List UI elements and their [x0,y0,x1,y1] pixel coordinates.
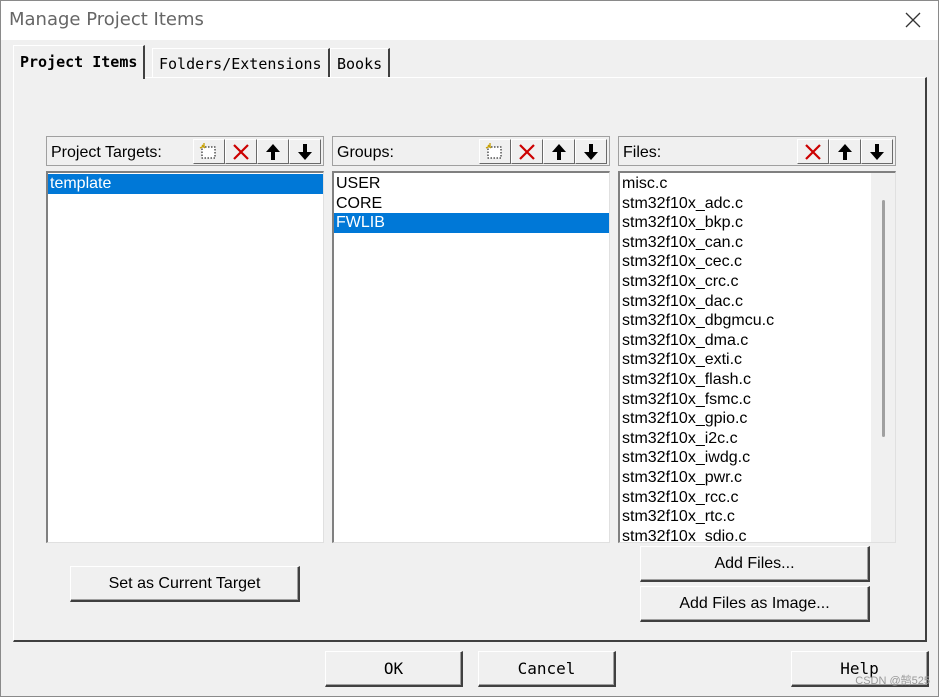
close-button[interactable] [900,7,926,33]
tab-books[interactable]: Books [330,48,391,78]
tab-project-items[interactable]: Project Items [13,45,146,79]
delete-file-button[interactable] [797,139,829,164]
new-target-button[interactable] [193,139,225,164]
close-icon [905,12,921,28]
add-files-button[interactable]: Add Files... [640,546,870,582]
file-item[interactable]: stm32f10x_sdio.c [620,527,871,542]
move-down-icon [870,143,884,160]
move-down-icon [298,143,312,160]
cancel-button[interactable]: Cancel [478,651,616,687]
move-up-icon [552,143,566,160]
new-item-icon [485,142,502,158]
title-bar: Manage Project Items [1,1,938,40]
file-item[interactable]: stm32f10x_i2c.c [620,429,871,449]
group-item[interactable]: CORE [334,194,609,214]
group-item[interactable]: FWLIB [334,213,609,233]
file-item[interactable]: stm32f10x_adc.c [620,194,871,214]
file-item[interactable]: stm32f10x_exti.c [620,350,871,370]
delete-icon [519,143,535,160]
group-item[interactable]: USER [334,174,609,194]
new-item-icon [199,142,216,158]
file-item[interactable]: stm32f10x_can.c [620,233,871,253]
targets-listbox[interactable]: template [46,171,324,543]
delete-icon [805,143,821,160]
file-item[interactable]: stm32f10x_rtc.c [620,507,871,527]
file-item[interactable]: stm32f10x_crc.c [620,272,871,292]
set-current-target-button[interactable]: Set as Current Target [70,566,300,602]
file-item[interactable]: stm32f10x_gpio.c [620,409,871,429]
tab-folders-extensions[interactable]: Folders/Extensions [152,48,330,78]
files-scrollbar[interactable] [871,173,895,542]
move-target-up-button[interactable] [257,139,289,164]
window-title: Manage Project Items [9,9,204,30]
file-item[interactable]: stm32f10x_bkp.c [620,213,871,233]
files-listbox[interactable]: misc.c stm32f10x_adc.c stm32f10x_bkp.c stm3… [618,171,896,543]
file-item[interactable]: stm32f10x_dac.c [620,292,871,312]
groups-label: Groups: [337,144,394,161]
file-item[interactable]: stm32f10x_cec.c [620,252,871,272]
groups-header: Groups: [332,136,610,166]
move-down-icon [584,143,598,160]
add-files-as-image-button[interactable]: Add Files as Image... [640,586,870,622]
new-group-button[interactable] [479,139,511,164]
delete-group-button[interactable] [511,139,543,164]
move-target-down-button[interactable] [289,139,321,164]
targets-label: Project Targets: [51,144,162,161]
file-item[interactable]: stm32f10x_pwr.c [620,468,871,488]
manage-project-items-dialog: Manage Project Items Project Items Folde… [0,0,939,697]
targets-header: Project Targets: [46,136,324,166]
files-scroll-thumb[interactable] [882,200,885,437]
file-item[interactable]: stm32f10x_dbgmcu.c [620,311,871,331]
move-up-icon [266,143,280,160]
ok-button[interactable]: OK [325,651,463,687]
watermark: CSDN @鹄525 [855,675,930,687]
move-file-down-button[interactable] [861,139,893,164]
file-item[interactable]: stm32f10x_fsmc.c [620,390,871,410]
files-label: Files: [623,144,662,161]
file-item[interactable]: stm32f10x_dma.c [620,331,871,351]
tab-panel-project-items: Project Targets: template Groups: USER C… [13,77,927,642]
file-item[interactable]: stm32f10x_iwdg.c [620,448,871,468]
move-up-icon [838,143,852,160]
target-item[interactable]: template [48,174,323,194]
move-group-up-button[interactable] [543,139,575,164]
file-item[interactable]: stm32f10x_flash.c [620,370,871,390]
files-header: Files: [618,136,896,166]
move-group-down-button[interactable] [575,139,607,164]
delete-target-button[interactable] [225,139,257,164]
move-file-up-button[interactable] [829,139,861,164]
file-item[interactable]: misc.c [620,174,871,194]
delete-icon [233,143,249,160]
file-item[interactable]: stm32f10x_rcc.c [620,488,871,508]
groups-listbox[interactable]: USER CORE FWLIB [332,171,610,543]
